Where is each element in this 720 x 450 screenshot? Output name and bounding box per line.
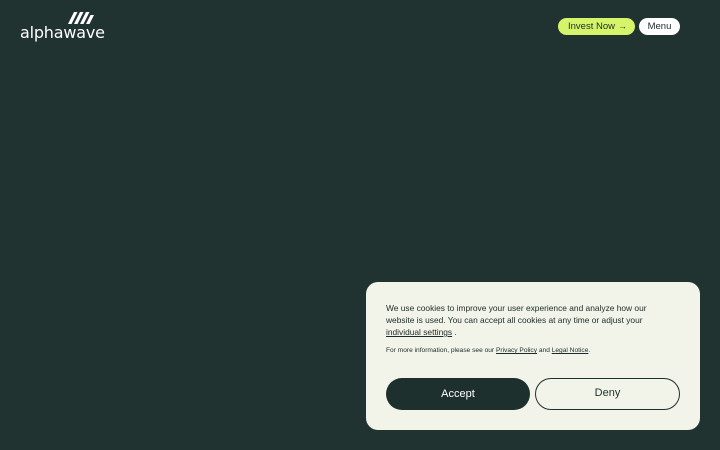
individual-settings-link[interactable]: individual settings <box>386 327 452 337</box>
deny-button[interactable]: Deny <box>535 378 680 410</box>
cookie-info-text: For more information, please see our <box>386 347 495 354</box>
site-header: alphawave Invest Now → Menu <box>0 0 720 60</box>
cookie-banner: We use cookies to improve your user expe… <box>366 282 700 430</box>
legal-notice-link[interactable]: Legal Notice <box>552 347 589 354</box>
cookie-info-and: and <box>538 347 550 354</box>
accept-label: Accept <box>441 388 475 400</box>
accept-button[interactable]: Accept <box>386 378 530 410</box>
arrow-right-icon: → <box>618 21 627 31</box>
menu-button[interactable]: Menu <box>639 18 680 35</box>
deny-label: Deny <box>594 387 621 399</box>
privacy-policy-link[interactable]: Privacy Policy <box>496 347 537 354</box>
cookie-info-end: . <box>588 347 591 354</box>
invest-now-button[interactable]: Invest Now → <box>558 18 635 35</box>
cookie-message-text: We use cookies to improve your user expe… <box>386 303 647 325</box>
menu-label: Menu <box>647 21 672 32</box>
alphawave-logo[interactable]: alphawave <box>20 11 110 43</box>
cookie-info: For more information, please see our Pri… <box>386 346 686 356</box>
logo-text: alphawave <box>20 23 105 42</box>
cookie-message-end: . <box>452 327 457 337</box>
invest-now-label: Invest Now <box>568 21 615 32</box>
cookie-message: We use cookies to improve your user expe… <box>386 302 676 338</box>
